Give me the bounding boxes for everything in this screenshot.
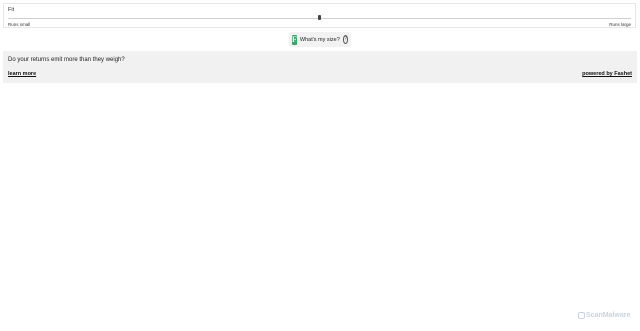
- watermark: ScanMalware: [578, 312, 630, 319]
- fit-title: Fit: [8, 7, 15, 13]
- help-icon[interactable]: ?: [342, 35, 348, 44]
- fit-marker: [318, 15, 321, 20]
- fit-low-label: Runs small: [8, 22, 31, 27]
- watermark-text: ScanMalware: [586, 312, 631, 319]
- whats-my-size-button[interactable]: F What's my size? ?: [289, 32, 351, 47]
- learn-more-link[interactable]: learn more: [8, 71, 36, 77]
- fit-scale: Fit Runs small Runs large: [3, 3, 636, 28]
- fit-high-label: Runs large: [609, 22, 631, 27]
- powered-by-link[interactable]: powered by Fashet: [582, 71, 632, 77]
- faslet-logo-icon: F: [292, 34, 297, 45]
- returns-banner: Do your returns emit more than they weig…: [3, 51, 637, 83]
- whats-my-size-label: What's my size?: [299, 36, 340, 43]
- banner-question: Do your returns emit more than they weig…: [8, 57, 125, 63]
- scanmalware-icon: [578, 312, 585, 319]
